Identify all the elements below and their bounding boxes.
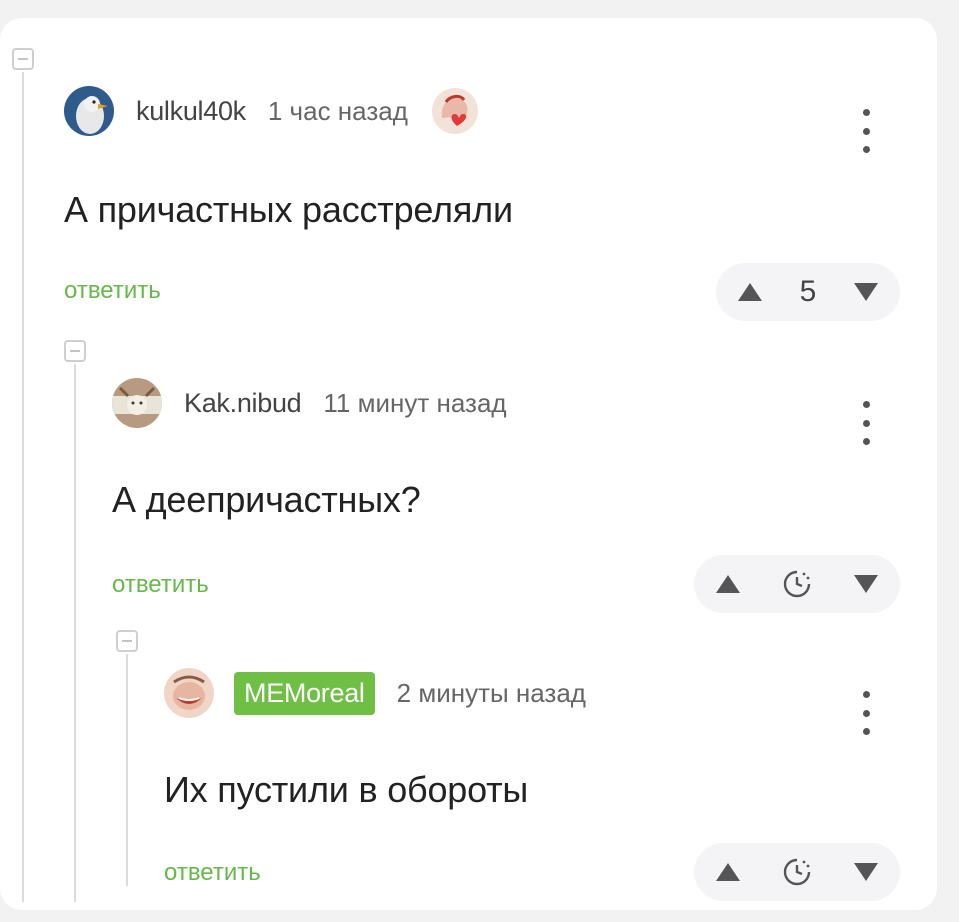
score: 5 xyxy=(799,275,817,308)
username-tag[interactable]: MEMoreal xyxy=(234,671,375,715)
menu-dot xyxy=(862,438,870,445)
comment-text: А причастных расстреляли xyxy=(64,189,513,230)
upvote-icon[interactable] xyxy=(716,575,740,593)
comment: Kak.nibud 11 минут назад А деепричастных… xyxy=(112,375,904,613)
menu-dot xyxy=(862,728,870,735)
username[interactable]: Kak.nibud xyxy=(184,388,302,419)
clock-icon xyxy=(781,568,813,600)
comment-text: А деепричастных? xyxy=(112,479,421,520)
comment-header: Kak.nibud 11 минут назад xyxy=(112,375,507,431)
comment-header: MEMoreal 2 минуты назад xyxy=(164,665,586,721)
username[interactable]: kulkul40k xyxy=(136,96,246,127)
reply-link[interactable]: ответить xyxy=(164,859,261,887)
timestamp: 11 минут назад xyxy=(323,387,507,418)
vote-widget xyxy=(694,843,900,901)
thread-line xyxy=(74,364,76,902)
menu-dot xyxy=(862,691,870,698)
menu-dot xyxy=(862,419,870,427)
timestamp: 1 час назад xyxy=(267,95,408,126)
collapse-thread-button[interactable] xyxy=(64,340,86,362)
menu-dot xyxy=(862,127,870,135)
downvote-icon[interactable] xyxy=(854,575,878,593)
comment-header: kulkul40k 1 час назад xyxy=(64,83,478,139)
user-avatar[interactable] xyxy=(64,86,114,136)
menu-dot xyxy=(862,401,870,408)
comment: MEMoreal 2 минуты назад Их пустили в обо… xyxy=(164,665,904,901)
comment: kulkul40k 1 час назад А причастных расст… xyxy=(64,83,904,321)
thread-line xyxy=(126,654,128,886)
reply-link[interactable]: ответить xyxy=(64,277,161,305)
comments-thread: kulkul40k 1 час назад А причастных расст… xyxy=(0,18,937,910)
thread-line xyxy=(22,72,24,902)
clock-icon xyxy=(781,856,813,888)
user-avatar[interactable] xyxy=(164,668,214,718)
heart-avatar-badge-icon xyxy=(431,88,478,134)
upvote-icon[interactable] xyxy=(716,863,740,881)
vote-widget: 5 xyxy=(716,263,900,321)
comment-menu-button[interactable] xyxy=(860,401,872,445)
collapse-thread-button[interactable] xyxy=(12,48,34,70)
comment-text: Их пустили в обороты xyxy=(164,769,529,810)
downvote-icon[interactable] xyxy=(854,283,878,301)
menu-dot xyxy=(862,146,870,153)
comment-menu-button[interactable] xyxy=(860,109,872,153)
user-avatar[interactable] xyxy=(112,378,162,428)
menu-dot xyxy=(862,709,870,717)
vote-widget xyxy=(694,555,900,613)
downvote-icon[interactable] xyxy=(854,863,878,881)
collapse-thread-button[interactable] xyxy=(116,630,138,652)
reply-link[interactable]: ответить xyxy=(112,571,209,599)
comment-menu-button[interactable] xyxy=(860,691,872,735)
menu-dot xyxy=(862,109,870,116)
timestamp: 2 минуты назад xyxy=(396,677,586,708)
upvote-icon[interactable] xyxy=(738,283,762,301)
